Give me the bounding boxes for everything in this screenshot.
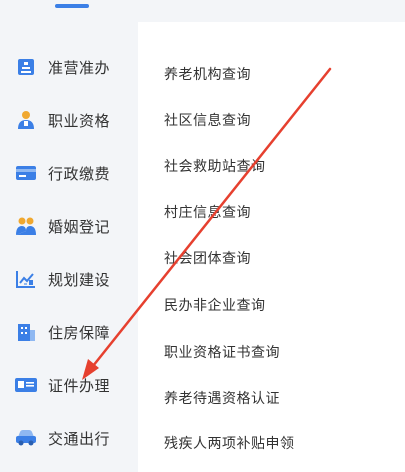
person-icon (14, 108, 38, 132)
top-strip (0, 0, 405, 22)
sidebar-item-administrative-fees[interactable]: 行政缴费 (0, 151, 138, 195)
id-card-icon (14, 373, 38, 397)
couple-icon (14, 214, 38, 238)
list-item[interactable]: 村庄信息查询 (164, 202, 251, 222)
building-icon (14, 55, 38, 79)
sidebar-item-certificate-processing[interactable]: 证件办理 (0, 363, 138, 407)
list-item[interactable]: 残疾人两项补贴申领 (164, 433, 295, 453)
category-sidebar: 准营准办 职业资格 行政缴费 婚姻登记 规划建设 住房保障 证件办理 交通出行 (0, 22, 138, 472)
list-item[interactable]: 养老机构查询 (164, 64, 251, 84)
list-item[interactable]: 职业资格证书查询 (164, 342, 280, 362)
list-item[interactable]: 社会团体查询 (164, 248, 251, 268)
sidebar-item-label: 婚姻登记 (48, 217, 111, 236)
sidebar-item-label: 证件办理 (48, 376, 111, 395)
list-item[interactable]: 社会救助站查询 (164, 156, 266, 176)
sidebar-item-label: 交通出行 (48, 429, 111, 448)
car-icon (14, 426, 38, 450)
sidebar-item-label: 行政缴费 (48, 164, 111, 183)
sidebar-item-marriage-registration[interactable]: 婚姻登记 (0, 204, 138, 248)
payment-icon (14, 161, 38, 185)
sidebar-item-label: 准营准办 (48, 58, 111, 77)
sidebar-item-business-permit[interactable]: 准营准办 (0, 45, 138, 89)
sidebar-item-transportation[interactable]: 交通出行 (0, 416, 138, 460)
sidebar-item-professional-qualification[interactable]: 职业资格 (0, 98, 138, 142)
list-item[interactable]: 民办非企业查询 (164, 295, 266, 315)
chart-icon (14, 267, 38, 291)
tab-indicator (55, 4, 89, 8)
list-item[interactable]: 社区信息查询 (164, 110, 251, 130)
service-list: 养老机构查询 社区信息查询 社会救助站查询 村庄信息查询 社会团体查询 民办非企… (138, 22, 405, 472)
sidebar-item-planning-construction[interactable]: 规划建设 (0, 257, 138, 301)
sidebar-item-label: 职业资格 (48, 111, 111, 130)
sidebar-item-label: 住房保障 (48, 323, 111, 342)
house-icon (14, 320, 38, 344)
sidebar-item-label: 规划建设 (48, 270, 111, 289)
sidebar-item-housing-security[interactable]: 住房保障 (0, 310, 138, 354)
list-item[interactable]: 养老待遇资格认证 (164, 388, 280, 408)
